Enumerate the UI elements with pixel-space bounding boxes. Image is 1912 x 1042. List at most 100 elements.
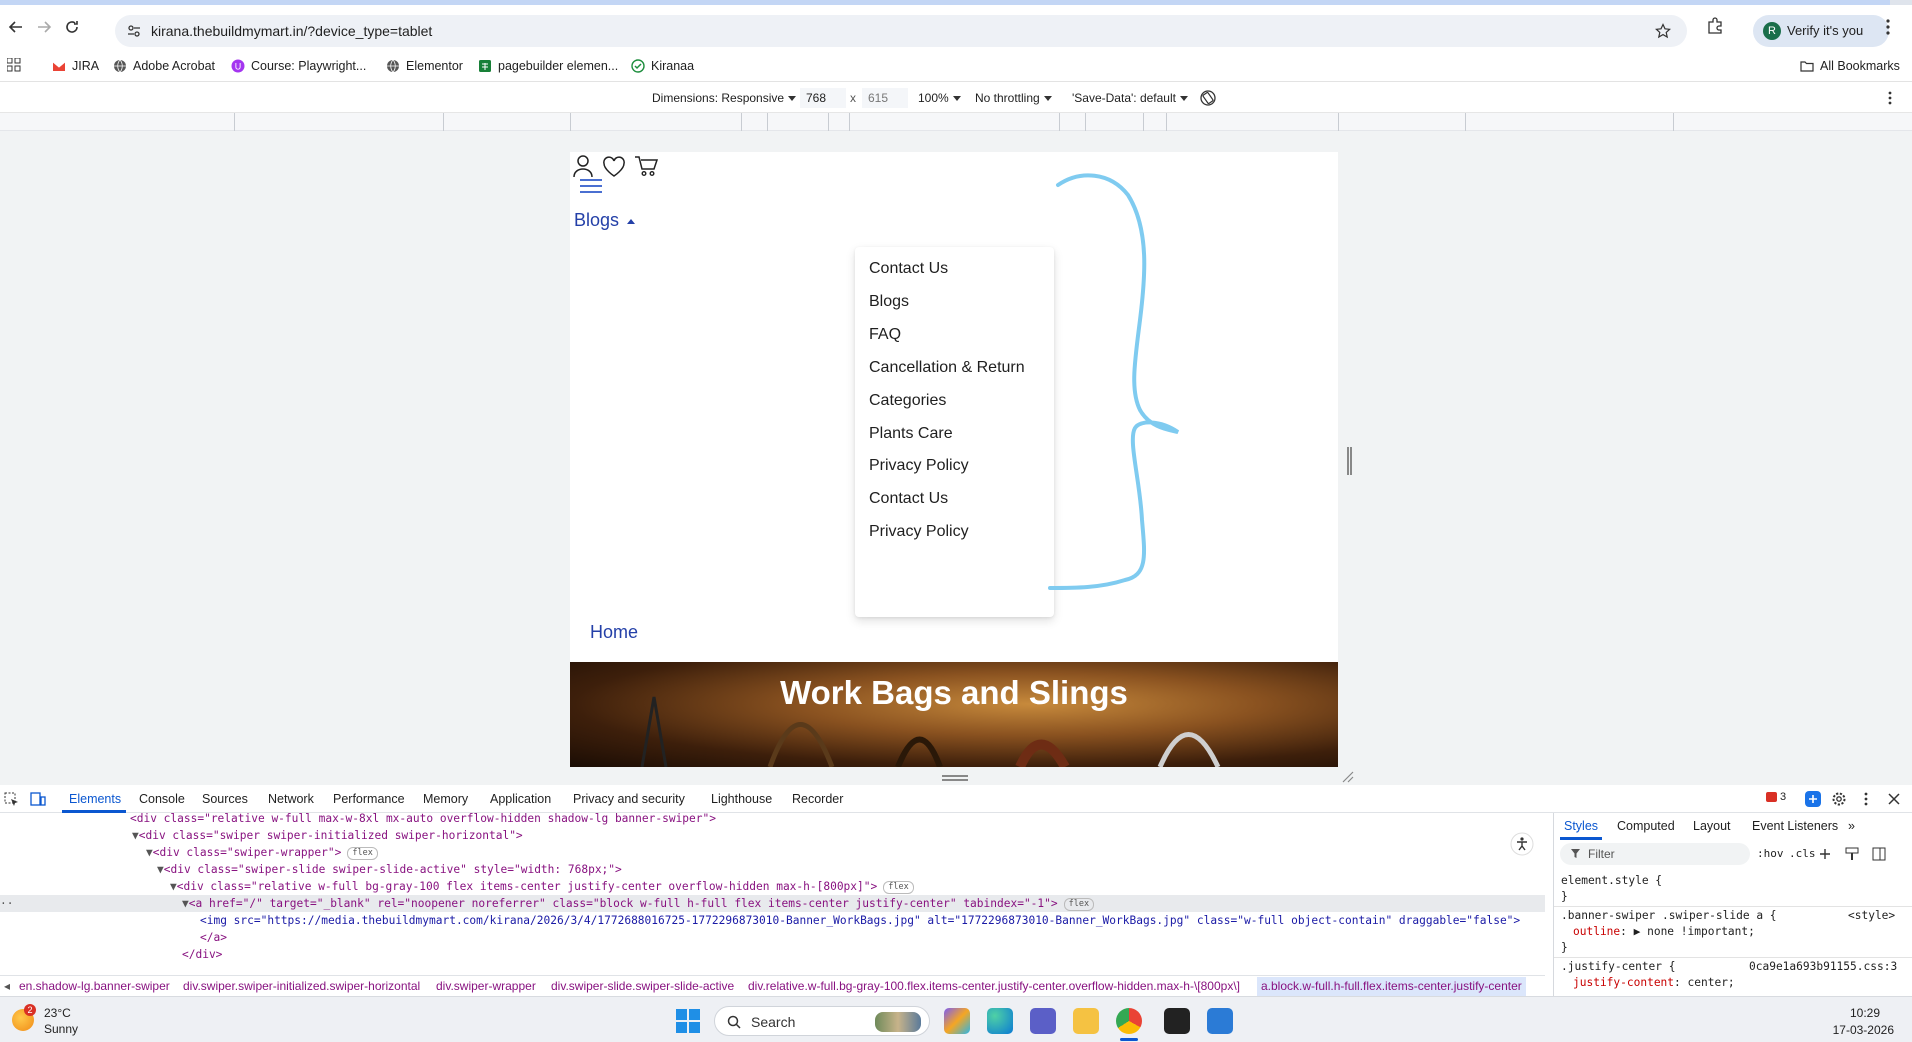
terminal-icon[interactable] [1164, 1008, 1190, 1034]
dropdown-item-cancellation-return[interactable]: Cancellation & Return [869, 359, 1025, 377]
dropdown-item-blogs[interactable]: Blogs [869, 293, 909, 311]
clock-time[interactable]: 10:29 [1850, 1006, 1880, 1020]
style-declaration[interactable]: justify-content: center; [1573, 976, 1735, 989]
cls-toggle[interactable]: .cls [1789, 847, 1816, 860]
kebab-menu-icon[interactable] [1886, 19, 1890, 35]
dom-node-line[interactable]: ▼<div class="swiper-wrapper"> flex [146, 844, 378, 861]
style-rule-element[interactable]: element.style { [1561, 874, 1662, 887]
notepad-icon[interactable] [1207, 1008, 1233, 1034]
rotate-icon[interactable] [1199, 89, 1217, 107]
dropdown-item-contact-us[interactable]: Contact Us [869, 260, 948, 278]
bookmark-pagebuilder[interactable]: pagebuilder elemen... [478, 56, 618, 76]
dom-node-line[interactable]: </div> [182, 946, 222, 963]
accessibility-icon[interactable] [1510, 832, 1534, 856]
site-info-icon[interactable] [127, 24, 141, 38]
height-input[interactable]: 615 [862, 88, 908, 108]
tab-application[interactable]: Application [490, 792, 551, 806]
dom-node-line[interactable]: </a> [200, 929, 227, 946]
dom-node-line-selected[interactable]: ▼<a href="/" target="_blank" rel="noopen… [182, 895, 1095, 912]
tab-computed[interactable]: Computed [1617, 819, 1675, 833]
address-bar[interactable]: kirana.thebuildmymart.in/?device_type=ta… [115, 15, 1687, 47]
reload-button[interactable] [58, 13, 86, 41]
breadcrumb-scroll-left-icon[interactable]: ◂ [4, 979, 10, 993]
hov-toggle[interactable]: :hov [1757, 847, 1784, 860]
tab-styles[interactable]: Styles [1564, 819, 1598, 833]
dropdown-item-categories[interactable]: Categories [869, 392, 946, 410]
resize-handle-vertical[interactable] [1347, 447, 1352, 475]
bookmark-kiranaa[interactable]: Kiranaa [631, 56, 694, 76]
ai-assistance-icon[interactable] [1804, 790, 1822, 808]
bookmark-elementor[interactable]: Elementor [386, 56, 463, 76]
bookmark-star-icon[interactable] [1655, 23, 1671, 39]
heart-icon[interactable] [602, 156, 626, 178]
profile-button[interactable]: R Verify it's you [1753, 15, 1889, 47]
tab-privacy-security[interactable]: Privacy and security [573, 792, 685, 806]
error-badge[interactable]: 3 [1766, 791, 1786, 803]
url-text[interactable]: kirana.thebuildmymart.in/?device_type=ta… [151, 23, 432, 39]
tab-performance[interactable]: Performance [333, 792, 405, 806]
width-input[interactable]: 768 [800, 88, 846, 108]
resize-handle-horizontal[interactable] [942, 775, 968, 781]
tab-elements[interactable]: Elements [69, 792, 121, 806]
weather-condition[interactable]: Sunny [44, 1022, 78, 1036]
clock-date[interactable]: 17-03-2026 [1833, 1023, 1894, 1037]
teams-icon[interactable] [1030, 1008, 1056, 1034]
elements-tree[interactable]: <div class="relative w-full max-w-8xl mx… [0, 813, 1545, 965]
tab-console[interactable]: Console [139, 792, 185, 806]
kebab-menu-icon[interactable] [1888, 91, 1892, 105]
style-rule-selector[interactable]: .justify-center { [1561, 960, 1676, 973]
styles-filter-input[interactable]: Filter [1560, 843, 1750, 865]
dropdown-item-contact-us-2[interactable]: Contact Us [869, 490, 948, 508]
breadcrumb-item[interactable]: div.swiper.swiper-initialized.swiper-hor… [183, 979, 420, 993]
media-query-bar[interactable] [0, 113, 1912, 131]
dropdown-item-plants-care[interactable]: Plants Care [869, 425, 953, 443]
inspect-element-icon[interactable] [4, 792, 19, 807]
bookmark-adobe-acrobat[interactable]: Adobe Acrobat [113, 56, 215, 76]
device-toggle-icon[interactable] [30, 792, 46, 807]
back-button[interactable] [2, 13, 30, 41]
breadcrumb-item-selected[interactable]: a.block.w-full.h-full.flex.items-center.… [1257, 977, 1526, 996]
more-tabs-icon[interactable]: » [1848, 819, 1855, 833]
breadcrumb-item[interactable]: div.swiper-slide.swiper-slide-active [551, 979, 734, 993]
dropdown-item-privacy-policy[interactable]: Privacy Policy [869, 457, 969, 475]
home-link[interactable]: Home [590, 622, 638, 643]
extensions-icon[interactable] [1706, 17, 1724, 35]
breadcrumb-item[interactable]: div.relative.w-full.bg-gray-100.flex.ite… [748, 979, 1240, 993]
paint-brush-icon[interactable] [1845, 847, 1859, 861]
tab-sources[interactable]: Sources [202, 792, 248, 806]
weather-temp[interactable]: 23°C [44, 1006, 71, 1020]
bookmark-jira[interactable]: JIRA [52, 56, 99, 76]
tab-memory[interactable]: Memory [423, 792, 468, 806]
nav-blogs[interactable]: Blogs [574, 210, 636, 231]
style-source-link[interactable]: 0ca9e1a693b91155.css:3 [1749, 960, 1897, 973]
edge-icon[interactable] [987, 1008, 1013, 1034]
tab-event-listeners[interactable]: Event Listeners [1752, 819, 1838, 833]
close-icon[interactable] [1888, 793, 1900, 805]
user-icon[interactable] [572, 154, 594, 178]
file-explorer-icon[interactable] [1073, 1008, 1099, 1034]
windows-start-icon[interactable] [675, 1008, 701, 1034]
throttling-select[interactable]: No throttling [975, 91, 1052, 105]
taskbar-search[interactable]: Search [714, 1006, 930, 1036]
zoom-select[interactable]: 100% [918, 91, 961, 105]
dropdown-item-privacy-policy-2[interactable]: Privacy Policy [869, 523, 969, 541]
gear-icon[interactable] [1831, 791, 1847, 807]
tab-network[interactable]: Network [268, 792, 314, 806]
style-source-link[interactable]: <style> [1848, 909, 1895, 922]
bookmark-course-playwright[interactable]: U Course: Playwright... [231, 56, 366, 76]
banner-slide[interactable]: Work Bags and Slings [570, 662, 1338, 767]
hamburger-menu-icon[interactable] [580, 179, 602, 195]
dom-node-line[interactable]: ▼<div class="swiper swiper-initialized s… [132, 827, 523, 844]
dimensions-select[interactable]: Dimensions: Responsive [652, 91, 797, 105]
tab-recorder[interactable]: Recorder [792, 792, 843, 806]
dom-node-line[interactable]: ▼<div class="relative w-full bg-gray-100… [170, 878, 914, 895]
dom-node-line[interactable]: <div class="relative w-full max-w-8xl mx… [130, 813, 716, 827]
forward-button[interactable] [30, 13, 58, 41]
chrome-icon[interactable] [1116, 1008, 1142, 1034]
all-bookmarks[interactable]: All Bookmarks [1800, 56, 1900, 76]
dropdown-item-faq[interactable]: FAQ [869, 326, 901, 344]
style-declaration[interactable]: outline: ▶ none !important; [1573, 925, 1755, 938]
dom-node-line[interactable]: ▼<div class="swiper-slide swiper-slide-a… [157, 861, 622, 878]
sidebar-toggle-icon[interactable] [1872, 847, 1886, 861]
breadcrumb-item[interactable]: en.shadow-lg.banner-swiper [19, 979, 170, 993]
